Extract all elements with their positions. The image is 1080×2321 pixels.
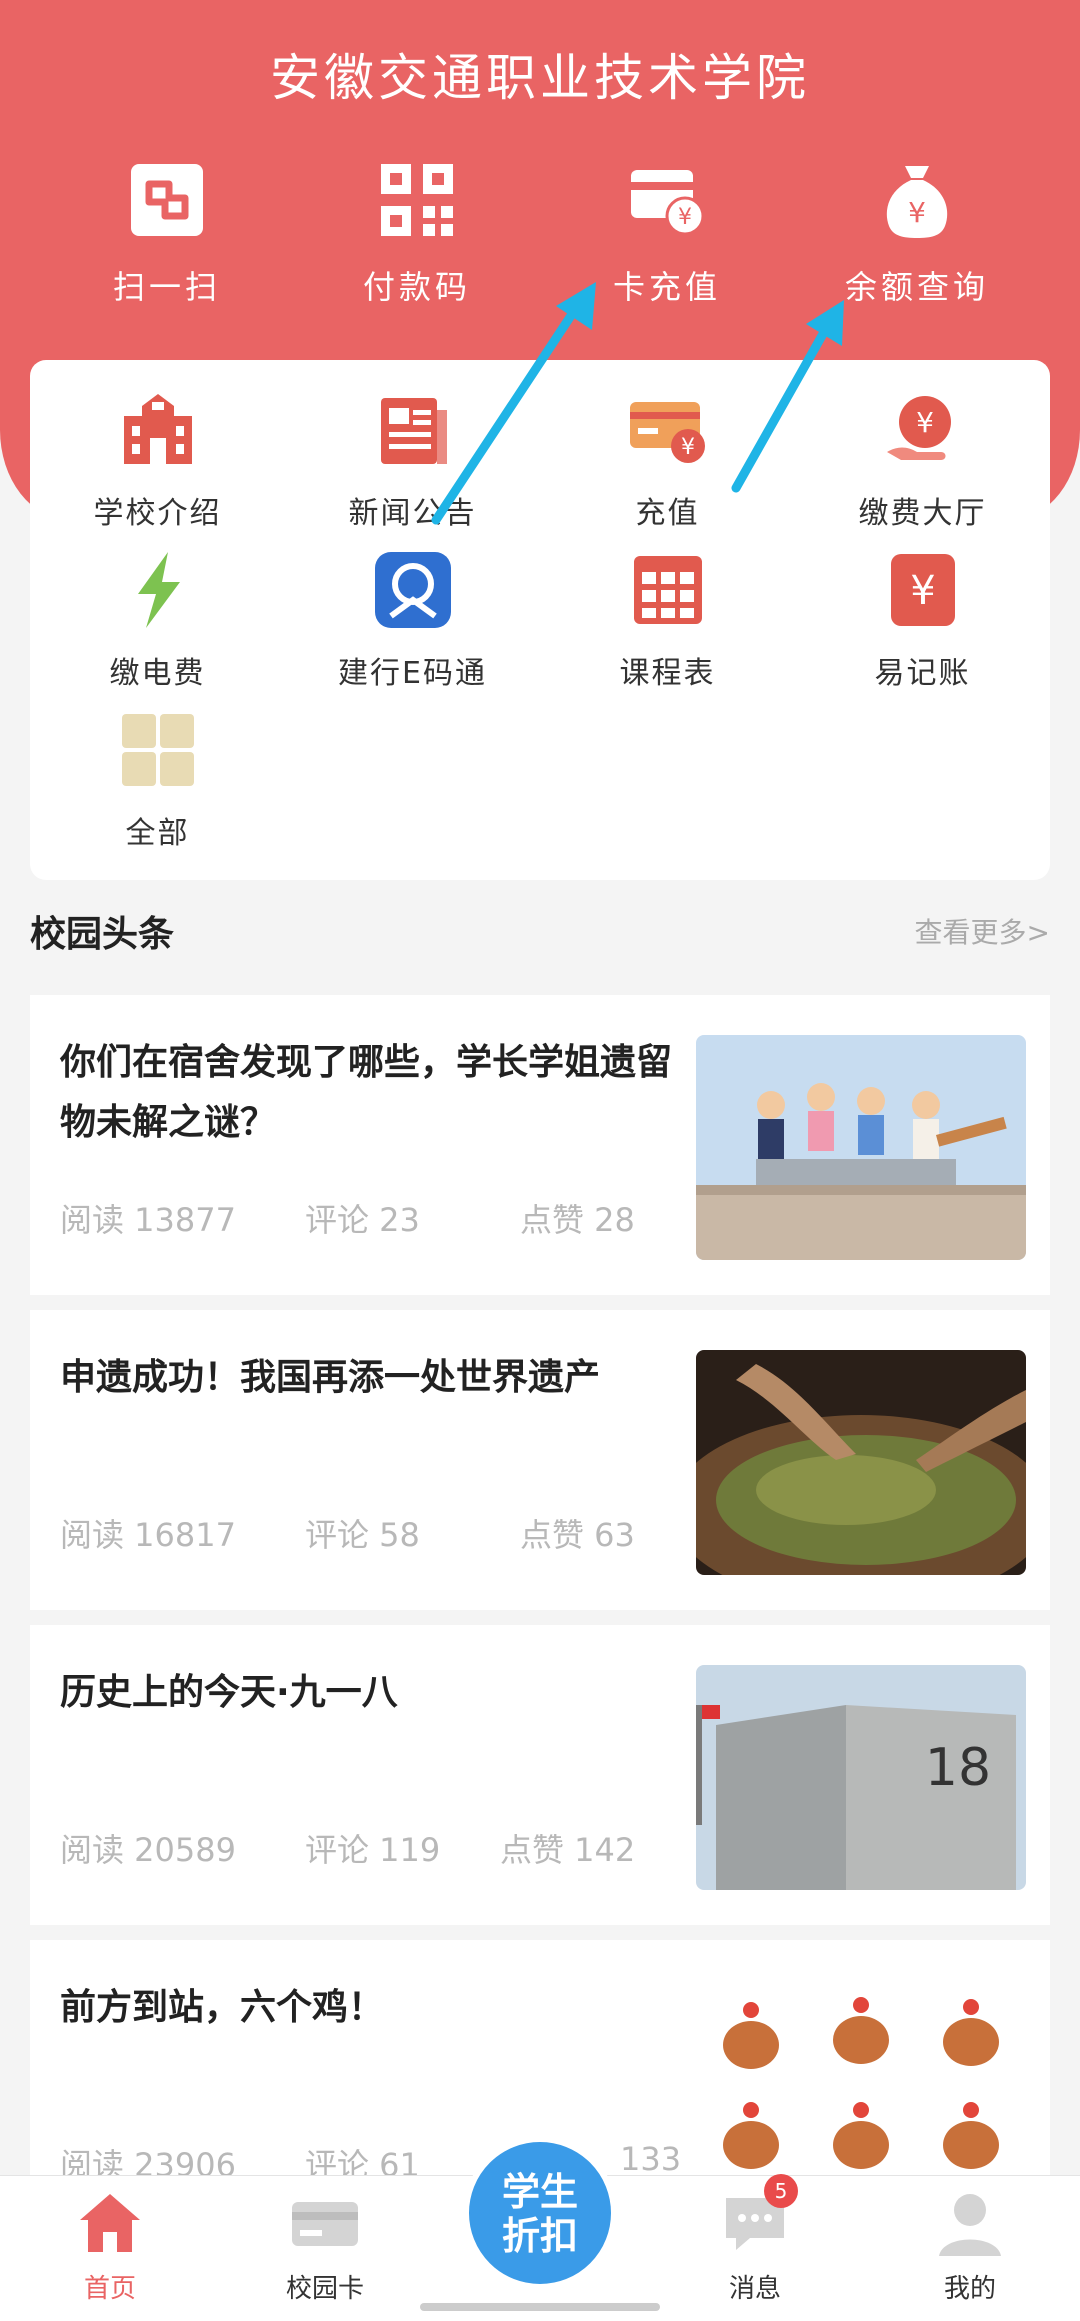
home-icon [75,2188,145,2258]
yuan-ledger-icon: ¥ [883,550,963,630]
memorial-date-text: 18 [925,1738,991,1798]
read-count: 阅读 13877 [60,1201,236,1239]
like-count: 点赞 28 [520,1201,635,1239]
students-on-wall-image [696,1035,1026,1260]
like-count: 点赞 63 [520,1516,635,1554]
nav-home[interactable]: 首页 [10,2188,210,2305]
service-electricity[interactable]: 缴电费 [30,550,285,692]
read-count: 阅读 20589 [60,1831,236,1869]
view-more-link[interactable]: 查看更多> [915,911,1050,951]
tea-leaves-image [696,1350,1026,1575]
news-stats: 阅读 13877 评论 23 点赞 28 [60,1195,680,1239]
comment-count: 评论 58 [305,1516,420,1554]
news-stats: 阅读 20589 评论 119 点赞 142 [60,1825,680,1869]
like-count: 133 [620,2140,682,2178]
nav-messages[interactable]: 5 消息 [655,2174,855,2305]
timetable-icon [628,550,708,630]
comment-count: 评论 23 [305,1201,420,1239]
lightning-icon [118,550,198,630]
user-icon [935,2188,1005,2258]
service-all[interactable]: 全部 [30,710,285,852]
read-count: 阅读 16817 [60,1516,236,1554]
ccb-icon [373,550,453,630]
card-icon [290,2188,360,2258]
service-ledger[interactable]: ¥ 易记账 [795,550,1050,692]
nav-profile[interactable]: 我的 [870,2188,1070,2305]
news-item[interactable]: 申遗成功！我国再添一处世界遗产 阅读 16817 评论 58 点赞 63 [30,1310,1050,1610]
message-icon: 5 [720,2174,798,2258]
like-count: 点赞 142 [500,1831,636,1869]
bottom-nav: 首页 校园卡 学生 折扣 5 消息 我的 [0,2136,1080,2321]
comment-count: 评论 119 [305,1831,441,1869]
news-stats: 阅读 16817 评论 58 点赞 63 [60,1510,680,1554]
home-indicator [420,2303,660,2311]
nav-campus-card[interactable]: 校园卡 [225,2188,425,2305]
news-item[interactable]: 你们在宿舍发现了哪些，学长学姐遗留物未解之谜？ 阅读 13877 评论 23 点… [30,995,1050,1295]
news-title: 前方到站，六个鸡！ [60,1987,385,2028]
news-title: 历史上的今天·九一八 [60,1672,398,1713]
message-badge: 5 [764,2174,798,2208]
service-ccb-ecode[interactable]: 建行E码通 [285,550,540,692]
annotation-arrows [431,282,844,525]
grid-all-icon [118,710,198,790]
svg-text:¥: ¥ [910,568,935,614]
news-section-header: 校园头条 查看更多> [30,905,1050,965]
service-timetable[interactable]: 课程表 [540,550,795,692]
student-discount-button[interactable]: 学生 折扣 [463,2136,617,2290]
six-chickens-image [696,1980,1026,2175]
news-item[interactable]: 历史上的今天·九一八 阅读 20589 评论 119 点赞 142 18 [30,1625,1050,1925]
memorial-918-image: 18 [696,1665,1026,1890]
news-section-title: 校园头条 [30,914,175,955]
news-title: 你们在宿舍发现了哪些，学长学姐遗留物未解之谜？ [60,1042,673,1143]
news-title: 申遗成功！我国再添一处世界遗产 [60,1357,601,1398]
